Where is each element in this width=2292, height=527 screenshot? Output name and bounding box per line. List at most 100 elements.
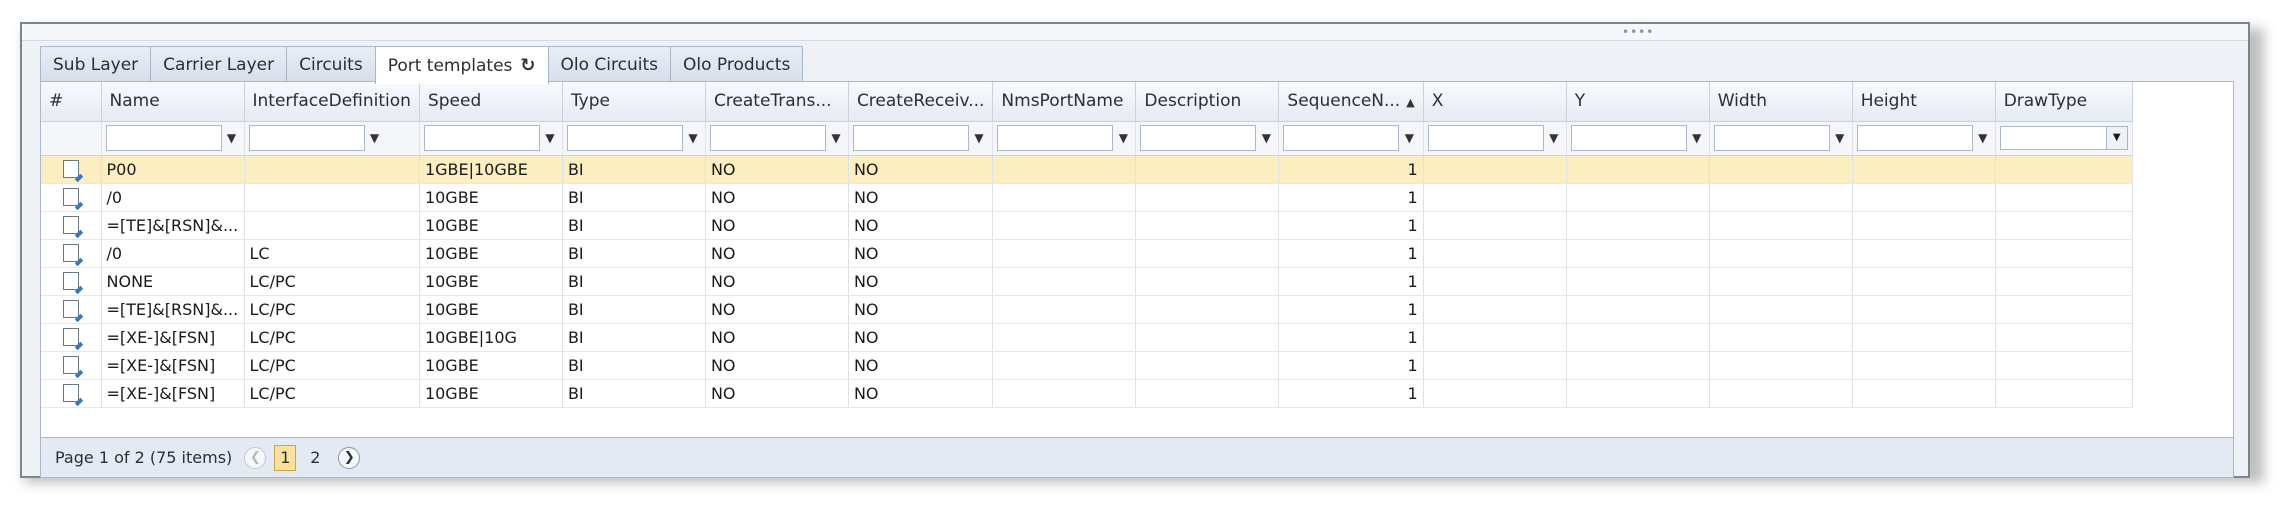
filter-input-speed[interactable] [423, 125, 540, 151]
column-header-y[interactable]: Y [1566, 82, 1710, 122]
filter-input-createreceiv[interactable] [852, 125, 969, 151]
table-row[interactable]: /0 10GBE BI NO NO 1 [41, 183, 2133, 212]
tab-olo-products[interactable]: Olo Products [669, 46, 804, 82]
filter-input-name[interactable] [105, 125, 222, 151]
filter-input-width[interactable] [1713, 125, 1830, 151]
filter-input-x[interactable] [1427, 125, 1544, 151]
column-header-description[interactable]: Description [1135, 82, 1280, 122]
filter-input-type[interactable] [566, 125, 683, 151]
cell-interface: LC [244, 239, 420, 268]
tab-sub-layer[interactable]: Sub Layer [40, 46, 152, 82]
column-header-width[interactable]: Width [1709, 82, 1853, 122]
filter-icon[interactable]: ▼ [542, 131, 558, 145]
data-table: # Name InterfaceDefinition Speed Type CreateT… [41, 82, 2133, 408]
column-header-type[interactable]: Type [562, 82, 706, 122]
filter-icon[interactable]: ▼ [1401, 131, 1417, 145]
filter-input-interfacedefinition[interactable] [248, 125, 365, 151]
column-header-speed[interactable]: Speed [419, 82, 563, 122]
column-header-sequencen[interactable]: SequenceN... ▲ [1278, 82, 1424, 122]
edit-icon[interactable] [62, 384, 79, 402]
filter-icon[interactable]: ▼ [1258, 131, 1274, 145]
column-header-label: Height [1860, 91, 1917, 112]
cell-name: /0 [101, 239, 245, 268]
tab-olo-circuits[interactable]: Olo Circuits [547, 46, 671, 82]
tab-carrier-layer[interactable]: Carrier Layer [150, 46, 288, 82]
pager-info: Page 1 of 2 (75 items) [55, 448, 233, 467]
table-row[interactable]: =[TE]&[RSN]&... 10GBE BI NO NO 1 [41, 211, 2133, 240]
cell-create-trans: NO [705, 351, 849, 380]
filter-icon[interactable]: ▼ [828, 131, 844, 145]
cell-create-receiv: NO [848, 351, 994, 380]
filter-icon[interactable]: ▼ [367, 131, 383, 145]
drawtype-filter-select[interactable]: ▼ [1999, 126, 2128, 150]
next-page-icon[interactable]: ❯ [338, 446, 361, 469]
cell-draw-type [1995, 379, 2133, 408]
edit-icon[interactable] [62, 216, 79, 234]
cell-type: BI [562, 267, 706, 296]
edit-icon[interactable] [62, 328, 79, 346]
column-header-x[interactable]: X [1423, 82, 1567, 122]
column-header-height[interactable]: Height [1852, 82, 1996, 122]
filter-input-height[interactable] [1856, 125, 1973, 151]
filter-icon[interactable]: ▼ [1975, 131, 1991, 145]
cell-create-receiv: NO [848, 379, 994, 408]
edit-icon[interactable] [62, 244, 79, 262]
edit-icon[interactable] [62, 356, 79, 374]
tab-port-templates[interactable]: Port templates ↻ [374, 46, 549, 84]
column-header-createtrans[interactable]: CreateTrans... [705, 82, 849, 122]
filter-input-description[interactable] [1140, 125, 1257, 151]
table-row[interactable]: =[XE-]&[FSN] LC/PC 10GBE BI NO NO 1 [41, 379, 2133, 408]
cell-draw-type [1995, 155, 2133, 184]
filter-input-y[interactable] [1570, 125, 1687, 151]
column-header-row-number[interactable]: # [41, 82, 102, 122]
table-row[interactable]: /0 LC 10GBE BI NO NO 1 [41, 239, 2133, 268]
filter-input-sequencen[interactable] [1283, 125, 1400, 151]
cell-height [1852, 351, 1996, 380]
chevron-down-icon[interactable]: ▼ [2105, 127, 2127, 149]
drag-grip-icon[interactable]: •••• [1622, 26, 1654, 38]
edit-icon[interactable] [62, 160, 79, 178]
column-header-createreceiv[interactable]: CreateReceiv... [848, 82, 994, 122]
table-row[interactable]: =[XE-]&[FSN] LC/PC 10GBE BI NO NO 1 [41, 351, 2133, 380]
page-button-2[interactable]: 2 [304, 445, 326, 471]
prev-page-icon[interactable]: ❮ [244, 446, 267, 469]
cell-nms [992, 323, 1137, 352]
page-button-1[interactable]: 1 [274, 444, 297, 471]
column-header-label: DrawType [2003, 91, 2088, 112]
cell-y [1566, 295, 1710, 324]
table-row[interactable]: =[TE]&[RSN]&... LC/PC 10GBE BI NO NO 1 [41, 295, 2133, 324]
tab-circuits[interactable]: Circuits [286, 46, 376, 82]
cell-x [1423, 351, 1567, 380]
filter-icon[interactable]: ▼ [1546, 131, 1562, 145]
edit-cell [41, 267, 102, 296]
column-header-drawtype[interactable]: DrawType [1995, 82, 2133, 122]
column-header-nmsportname[interactable]: NmsPortName [992, 82, 1137, 122]
cell-sequence: 1 [1278, 379, 1424, 408]
filter-icon[interactable]: ▼ [1689, 131, 1705, 145]
tab-label: Olo Circuits [560, 54, 658, 75]
table-row[interactable]: P00 1GBE|10GBE BI NO NO 1 [41, 155, 2133, 184]
column-header-interfacedefinition[interactable]: InterfaceDefinition [244, 82, 420, 122]
filter-cell: ▼ [1423, 121, 1567, 156]
filter-icon[interactable]: ▼ [685, 131, 701, 145]
filter-icon[interactable]: ▼ [1115, 131, 1131, 145]
column-header-name[interactable]: Name [101, 82, 245, 122]
cell-y [1566, 267, 1710, 296]
table-row[interactable]: =[XE-]&[FSN] LC/PC 10GBE|10G BI NO NO 1 [41, 323, 2133, 352]
filter-icon[interactable]: ▼ [224, 131, 240, 145]
filter-input-nmsportname[interactable] [997, 125, 1114, 151]
filter-icon[interactable]: ▼ [971, 131, 987, 145]
cell-type: BI [562, 183, 706, 212]
edit-icon[interactable] [62, 300, 79, 318]
cell-interface: LC/PC [244, 379, 420, 408]
cell-description [1135, 351, 1280, 380]
refresh-icon[interactable]: ↻ [520, 55, 535, 76]
cell-create-receiv: NO [848, 267, 994, 296]
cell-description [1135, 211, 1280, 240]
table-row[interactable]: NONE LC/PC 10GBE BI NO NO 1 [41, 267, 2133, 296]
filter-input-createtrans[interactable] [709, 125, 826, 151]
edit-icon[interactable] [62, 272, 79, 290]
edit-icon[interactable] [62, 188, 79, 206]
cell-y [1566, 323, 1710, 352]
filter-icon[interactable]: ▼ [1832, 131, 1848, 145]
